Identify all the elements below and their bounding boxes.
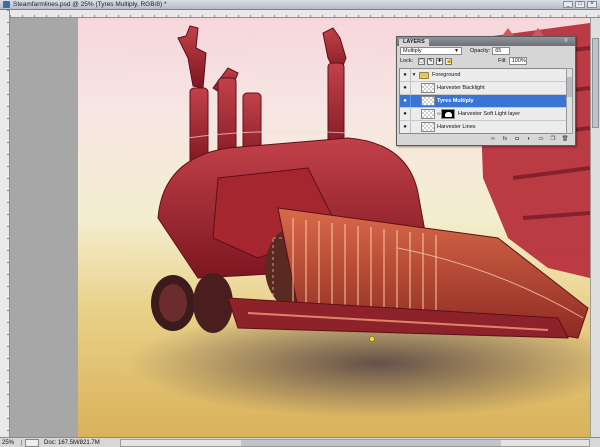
layer-name: Tyres Multiply bbox=[437, 98, 474, 104]
fx-icon[interactable]: fx bbox=[501, 136, 509, 143]
lock-image-icon[interactable]: ✎ bbox=[427, 57, 435, 65]
visibility-eye-icon[interactable]: ● bbox=[400, 82, 411, 94]
tab-layers[interactable]: LAYERS bbox=[399, 39, 429, 46]
layer-thumbnail bbox=[421, 122, 435, 132]
layer-thumbnail bbox=[421, 109, 435, 119]
lock-fill-row: Lock: ▢ ✎ ✚ 🔒 Fill: 100% bbox=[397, 56, 575, 66]
blend-opacity-row: Multiply ▼ Opacity: 65 bbox=[397, 46, 575, 56]
layer-row-foreground[interactable]: ● ▼ Foreground bbox=[400, 69, 566, 82]
lock-all-icon[interactable]: 🔒 bbox=[445, 57, 452, 65]
fill-field[interactable]: 100% bbox=[508, 57, 527, 65]
adjustment-icon[interactable]: ◐ bbox=[525, 136, 533, 143]
lock-transparent-icon[interactable]: ▢ bbox=[418, 57, 426, 65]
vertical-scroll-thumb[interactable] bbox=[592, 38, 599, 128]
visibility-eye-icon[interactable]: ● bbox=[400, 95, 411, 107]
folder-icon bbox=[419, 71, 429, 79]
visibility-eye-icon[interactable]: ● bbox=[400, 69, 411, 81]
layer-list-scrollbar[interactable] bbox=[566, 68, 573, 134]
layer-name: Harvester Lines bbox=[437, 124, 476, 130]
blend-mode-select[interactable]: Multiply ▼ bbox=[400, 47, 462, 55]
link-icon[interactable]: ∞ bbox=[489, 136, 497, 143]
lock-label: Lock: bbox=[400, 58, 414, 64]
layer-row-harvester-backlight[interactable]: ● Harvester Backlight bbox=[400, 82, 566, 95]
document-title: Steamfarmlines.psd @ 25% (Tyres Multiply… bbox=[13, 1, 167, 8]
new-layer-icon[interactable]: ❐ bbox=[549, 136, 557, 143]
lock-position-icon[interactable]: ✚ bbox=[436, 57, 444, 65]
layer-name: Harvester Soft Light layer bbox=[458, 111, 521, 117]
layer-list-scroll-thumb[interactable] bbox=[567, 77, 572, 97]
blend-mode-value: Multiply bbox=[403, 48, 422, 54]
layer-row-harvester-lines[interactable]: ● Harvester Lines bbox=[400, 121, 566, 133]
document-window: Steamfarmlines.psd @ 25% (Tyres Multiply… bbox=[0, 0, 600, 447]
maximize-button[interactable]: □ bbox=[575, 1, 585, 8]
layers-panel-footer: ∞ fx ◘ ◐ ▭ ❐ 🗑 bbox=[399, 134, 573, 144]
layer-thumbnail bbox=[421, 96, 435, 106]
window-controls: _ □ × bbox=[563, 1, 597, 8]
fill-label: Fill: bbox=[498, 58, 507, 64]
minimize-button[interactable]: _ bbox=[563, 1, 573, 8]
layer-row-tyres-multiply[interactable]: ● Tyres Multiply bbox=[400, 95, 566, 108]
status-bar: 25% Doc: 167.5M/821.7M bbox=[0, 437, 600, 447]
layer-mask-thumbnail[interactable] bbox=[441, 109, 455, 119]
visibility-eye-icon[interactable]: ● bbox=[400, 108, 411, 120]
status-nav-icon[interactable] bbox=[25, 438, 39, 447]
panel-menu-icon[interactable]: ≡ bbox=[564, 38, 572, 44]
layer-row-harvester-soft-light[interactable]: ● ∞ Harvester Soft Light layer bbox=[400, 108, 566, 121]
trash-icon[interactable]: 🗑 bbox=[561, 136, 569, 143]
opacity-label: Opacity: bbox=[470, 48, 491, 54]
horizontal-scrollbar[interactable] bbox=[120, 439, 590, 447]
opacity-field[interactable]: 65 bbox=[492, 47, 511, 55]
vertical-scrollbar[interactable] bbox=[590, 18, 600, 437]
layer-list: ● ▼ Foreground ● Harvester Backlight ● T… bbox=[399, 68, 567, 134]
document-size[interactable]: Doc: 167.5M/821.7M bbox=[44, 440, 100, 446]
close-button[interactable]: × bbox=[587, 1, 597, 8]
document-title-bar[interactable]: Steamfarmlines.psd @ 25% (Tyres Multiply… bbox=[0, 0, 600, 10]
chevron-down-icon: ▼ bbox=[454, 48, 459, 54]
layers-panel-tabbar[interactable]: LAYERS ≡ bbox=[397, 37, 575, 46]
photoshop-doc-icon bbox=[3, 1, 10, 8]
layer-name: Harvester Backlight bbox=[437, 85, 485, 91]
horizontal-scroll-thumb[interactable] bbox=[241, 440, 501, 446]
mask-icon[interactable]: ◘ bbox=[513, 136, 521, 143]
lock-icons: ▢ ✎ ✚ 🔒 bbox=[418, 57, 452, 65]
vertical-ruler[interactable] bbox=[0, 10, 10, 437]
horizontal-ruler[interactable] bbox=[10, 10, 600, 18]
layer-name: Foreground bbox=[432, 72, 461, 78]
visibility-eye-icon[interactable]: ● bbox=[400, 121, 411, 133]
layer-thumbnail bbox=[421, 83, 435, 93]
disclosure-triangle-icon[interactable]: ▼ bbox=[411, 72, 417, 78]
layers-panel: LAYERS ≡ Multiply ▼ Opacity: 65 Lock: ▢ … bbox=[396, 36, 576, 146]
zoom-level[interactable]: 25% bbox=[0, 439, 22, 446]
folder-icon[interactable]: ▭ bbox=[537, 136, 545, 143]
